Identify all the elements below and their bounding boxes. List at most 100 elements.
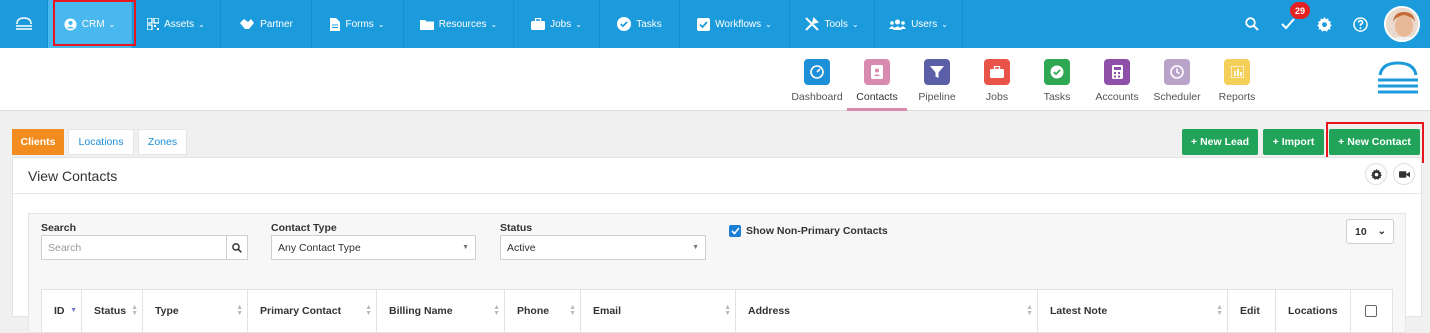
nav-crm[interactable]: CRM ⌄: [48, 0, 132, 48]
module-scheduler[interactable]: Scheduler: [1147, 48, 1207, 111]
status-value: Active: [507, 241, 536, 254]
page-size-select[interactable]: 10 ⌄: [1346, 219, 1394, 244]
search-button[interactable]: [1234, 0, 1270, 48]
sort-icon: ▲ ▼: [365, 304, 372, 317]
user-avatar[interactable]: [1384, 6, 1420, 42]
chevron-down-icon: ⌄: [765, 19, 772, 29]
import-label: Import: [1281, 136, 1315, 148]
handshake-icon: [240, 19, 255, 29]
col-email[interactable]: Email ▲ ▼: [581, 290, 736, 332]
nav-forms[interactable]: Forms ⌄: [312, 0, 404, 48]
module-pipeline[interactable]: Pipeline: [907, 48, 967, 111]
gauge-icon: [810, 65, 824, 79]
nav-resources[interactable]: Resources ⌄: [404, 0, 514, 48]
col-email-label: Email: [593, 305, 622, 317]
tab-locations[interactable]: Locations: [68, 129, 134, 155]
contact-type-select[interactable]: Any Contact Type ▼: [271, 235, 476, 260]
sort-icon: ▲ ▼: [1216, 304, 1223, 317]
chevron-down-icon: ⌄: [198, 19, 205, 29]
col-type[interactable]: Type ▲ ▼: [143, 290, 248, 332]
contacts-table-header: ID ▼ Status ▲ ▼ Type ▲ ▼ Primary Contact ▲ ▼ Bi…: [41, 289, 1393, 333]
module-jobs[interactable]: Jobs: [967, 48, 1027, 111]
search-submit-button[interactable]: [226, 235, 248, 260]
checkmark-icon: [1281, 18, 1295, 30]
status-label: Status: [500, 222, 533, 234]
nav-assets[interactable]: Assets ⌄: [132, 0, 221, 48]
tools-icon: [805, 17, 820, 31]
search-icon: [232, 242, 242, 253]
sort-icon: ▲ ▼: [236, 304, 243, 317]
module-reports-label: Reports: [1218, 91, 1256, 103]
module-contacts[interactable]: Contacts: [847, 48, 907, 111]
col-primary-contact[interactable]: Primary Contact ▲ ▼: [248, 290, 377, 332]
nav-workflows-label: Workflows: [715, 18, 762, 30]
col-locations: Locations: [1276, 290, 1351, 332]
app-menu-button[interactable]: [0, 0, 48, 48]
notifications-button[interactable]: 29: [1270, 0, 1310, 48]
col-select-all[interactable]: [1351, 290, 1391, 332]
calculator-icon: [1111, 65, 1123, 79]
check-icon: [730, 227, 740, 235]
sort-icon: ▲ ▼: [493, 304, 500, 317]
col-status[interactable]: Status ▲ ▼: [82, 290, 143, 332]
question-circle-icon: [1352, 16, 1368, 32]
nav-workflows[interactable]: Workflows ⌄: [680, 0, 790, 48]
new-contact-label: New Contact: [1347, 136, 1411, 148]
col-phone[interactable]: Phone ▲ ▼: [505, 290, 581, 332]
panel-settings-button[interactable]: [1365, 163, 1387, 185]
select-all-checkbox[interactable]: [1365, 305, 1377, 317]
module-scheduler-tile: [1164, 59, 1190, 85]
briefcase-icon: [990, 66, 1004, 78]
checkbox-checked[interactable]: [729, 225, 741, 237]
caret-down-icon: ▼: [462, 244, 469, 251]
panel-header: View Contacts: [13, 158, 1421, 194]
gear-icon: [1316, 16, 1332, 32]
nav-tools[interactable]: Tools ⌄: [790, 0, 875, 48]
chevron-down-icon: ⌄: [108, 19, 116, 29]
module-contacts-label: Contacts: [856, 91, 898, 103]
status-select[interactable]: Active ▼: [500, 235, 706, 260]
plus-icon: +: [1338, 136, 1345, 148]
help-button[interactable]: [1342, 0, 1378, 48]
chevron-down-icon: ⌄: [1377, 226, 1386, 237]
module-tasks[interactable]: Tasks: [1027, 48, 1087, 111]
module-reports[interactable]: Reports: [1207, 48, 1267, 111]
panel-video-button[interactable]: [1393, 163, 1415, 185]
module-dashboard[interactable]: Dashboard: [787, 48, 847, 111]
funnel-icon: [930, 66, 944, 78]
users-icon: [889, 19, 907, 30]
module-accounts[interactable]: Accounts: [1087, 48, 1147, 111]
chevron-down-icon: ⌄: [377, 19, 385, 29]
search-input[interactable]: Search: [41, 235, 227, 260]
nav-users[interactable]: Users ⌄: [875, 0, 963, 48]
col-id[interactable]: ID ▼: [42, 290, 82, 332]
nav-crm-label: CRM: [81, 18, 105, 30]
module-dashboard-tile: [804, 59, 830, 85]
gear-icon: [1370, 168, 1382, 180]
col-address[interactable]: Address ▲ ▼: [736, 290, 1038, 332]
new-lead-label: New Lead: [1200, 136, 1250, 148]
clock-icon: [1170, 65, 1184, 79]
nav-jobs[interactable]: Jobs ⌄: [514, 0, 600, 48]
chevron-down-icon: ⌄: [490, 19, 498, 29]
module-dashboard-label: Dashboard: [791, 91, 843, 103]
tab-clients[interactable]: Clients: [12, 129, 64, 155]
chevron-down-icon: ⌄: [575, 19, 582, 29]
caret-down-icon: ▼: [692, 244, 699, 251]
nav-partner[interactable]: Partner: [221, 0, 312, 48]
cloud-logo-icon: [15, 17, 32, 30]
col-billing-name[interactable]: Billing Name ▲ ▼: [377, 290, 505, 332]
import-button[interactable]: + Import: [1263, 129, 1324, 155]
settings-button[interactable]: [1306, 0, 1342, 48]
nav-tasks-label: Tasks: [636, 18, 662, 30]
new-contact-button[interactable]: + New Contact: [1329, 129, 1420, 155]
chevron-down-icon: ⌄: [851, 19, 859, 29]
nav-tasks[interactable]: Tasks: [600, 0, 680, 48]
show-non-primary-toggle[interactable]: Show Non-Primary Contacts: [729, 225, 888, 237]
module-bar: Dashboard Contacts Pipeline Jobs Tasks A…: [0, 48, 1430, 111]
nav-assets-label: Assets: [164, 18, 195, 30]
col-latest-note[interactable]: Latest Note ▲ ▼: [1038, 290, 1228, 332]
briefcase-icon: [531, 18, 546, 30]
tab-zones[interactable]: Zones: [138, 129, 187, 155]
new-lead-button[interactable]: + New Lead: [1182, 129, 1258, 155]
